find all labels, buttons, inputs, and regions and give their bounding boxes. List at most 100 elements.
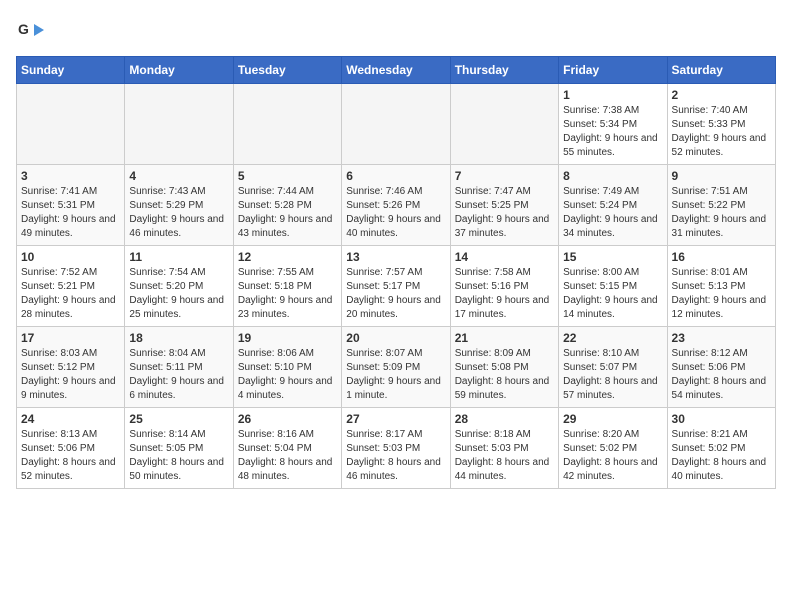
day-number: 23	[672, 331, 771, 345]
calendar-cell: 24 Sunrise: 8:13 AM Sunset: 5:06 PM Dayli…	[17, 408, 125, 489]
day-info: Sunrise: 8:09 AM Sunset: 5:08 PM Dayligh…	[455, 347, 554, 403]
calendar-cell	[342, 84, 450, 165]
day-info: Sunrise: 8:07 AM Sunset: 5:09 PM Dayligh…	[346, 347, 445, 403]
day-info: Sunrise: 7:46 AM Sunset: 5:26 PM Dayligh…	[346, 185, 445, 241]
day-of-week-saturday: Saturday	[667, 57, 775, 84]
calendar-cell: 13 Sunrise: 7:57 AM Sunset: 5:17 PM Dayli…	[342, 246, 450, 327]
calendar-cell	[233, 84, 341, 165]
calendar-cell: 12 Sunrise: 7:55 AM Sunset: 5:18 PM Dayli…	[233, 246, 341, 327]
day-info: Sunrise: 7:54 AM Sunset: 5:20 PM Dayligh…	[129, 266, 228, 322]
day-info: Sunrise: 7:38 AM Sunset: 5:34 PM Dayligh…	[563, 104, 662, 160]
day-info: Sunrise: 8:00 AM Sunset: 5:15 PM Dayligh…	[563, 266, 662, 322]
day-of-week-tuesday: Tuesday	[233, 57, 341, 84]
calendar-cell: 20 Sunrise: 8:07 AM Sunset: 5:09 PM Dayli…	[342, 327, 450, 408]
calendar-cell	[17, 84, 125, 165]
calendar-cell: 11 Sunrise: 7:54 AM Sunset: 5:20 PM Dayli…	[125, 246, 233, 327]
calendar-cell: 10 Sunrise: 7:52 AM Sunset: 5:21 PM Dayli…	[17, 246, 125, 327]
day-info: Sunrise: 8:17 AM Sunset: 5:03 PM Dayligh…	[346, 428, 445, 484]
day-number: 2	[672, 88, 771, 102]
day-info: Sunrise: 8:16 AM Sunset: 5:04 PM Dayligh…	[238, 428, 337, 484]
calendar-cell: 5 Sunrise: 7:44 AM Sunset: 5:28 PM Daylig…	[233, 165, 341, 246]
calendar-cell: 28 Sunrise: 8:18 AM Sunset: 5:03 PM Dayli…	[450, 408, 558, 489]
day-number: 19	[238, 331, 337, 345]
calendar-cell: 30Sunrise: 8:21 AM Sunset: 5:02 PM Dayli…	[667, 408, 775, 489]
day-number: 5	[238, 169, 337, 183]
day-info: Sunrise: 8:14 AM Sunset: 5:05 PM Dayligh…	[129, 428, 228, 484]
day-number: 21	[455, 331, 554, 345]
day-number: 18	[129, 331, 228, 345]
day-number: 1	[563, 88, 662, 102]
day-number: 24	[21, 412, 120, 426]
day-number: 11	[129, 250, 228, 264]
day-number: 30	[672, 412, 771, 426]
day-of-week-friday: Friday	[559, 57, 667, 84]
day-number: 12	[238, 250, 337, 264]
calendar-cell: 23 Sunrise: 8:12 AM Sunset: 5:06 PM Dayli…	[667, 327, 775, 408]
day-number: 15	[563, 250, 662, 264]
day-number: 13	[346, 250, 445, 264]
day-number: 27	[346, 412, 445, 426]
page-header: G	[16, 16, 776, 46]
logo-icon: G	[16, 16, 46, 46]
calendar-cell	[125, 84, 233, 165]
day-info: Sunrise: 7:44 AM Sunset: 5:28 PM Dayligh…	[238, 185, 337, 241]
day-of-week-monday: Monday	[125, 57, 233, 84]
calendar-cell: 15 Sunrise: 8:00 AM Sunset: 5:15 PM Dayli…	[559, 246, 667, 327]
calendar-cell: 9 Sunrise: 7:51 AM Sunset: 5:22 PM Daylig…	[667, 165, 775, 246]
calendar-cell: 8 Sunrise: 7:49 AM Sunset: 5:24 PM Daylig…	[559, 165, 667, 246]
day-number: 7	[455, 169, 554, 183]
day-info: Sunrise: 8:13 AM Sunset: 5:06 PM Dayligh…	[21, 428, 120, 484]
calendar-cell: 29Sunrise: 8:20 AM Sunset: 5:02 PM Dayli…	[559, 408, 667, 489]
week-row-5: 24 Sunrise: 8:13 AM Sunset: 5:06 PM Dayli…	[17, 408, 776, 489]
day-info: Sunrise: 8:18 AM Sunset: 5:03 PM Dayligh…	[455, 428, 554, 484]
calendar-cell: 14Sunrise: 7:58 AM Sunset: 5:16 PM Dayli…	[450, 246, 558, 327]
calendar-cell: 4 Sunrise: 7:43 AM Sunset: 5:29 PM Daylig…	[125, 165, 233, 246]
calendar-cell: 22 Sunrise: 8:10 AM Sunset: 5:07 PM Dayli…	[559, 327, 667, 408]
calendar-cell: 7 Sunrise: 7:47 AM Sunset: 5:25 PM Daylig…	[450, 165, 558, 246]
day-info: Sunrise: 8:01 AM Sunset: 5:13 PM Dayligh…	[672, 266, 771, 322]
calendar-cell: 26Sunrise: 8:16 AM Sunset: 5:04 PM Dayli…	[233, 408, 341, 489]
calendar-cell: 16 Sunrise: 8:01 AM Sunset: 5:13 PM Dayli…	[667, 246, 775, 327]
day-number: 16	[672, 250, 771, 264]
day-info: Sunrise: 7:49 AM Sunset: 5:24 PM Dayligh…	[563, 185, 662, 241]
day-number: 17	[21, 331, 120, 345]
day-of-week-wednesday: Wednesday	[342, 57, 450, 84]
day-info: Sunrise: 7:51 AM Sunset: 5:22 PM Dayligh…	[672, 185, 771, 241]
day-number: 20	[346, 331, 445, 345]
day-info: Sunrise: 7:52 AM Sunset: 5:21 PM Dayligh…	[21, 266, 120, 322]
day-number: 8	[563, 169, 662, 183]
week-row-2: 3Sunrise: 7:41 AM Sunset: 5:31 PM Daylig…	[17, 165, 776, 246]
day-info: Sunrise: 7:47 AM Sunset: 5:25 PM Dayligh…	[455, 185, 554, 241]
day-number: 25	[129, 412, 228, 426]
day-info: Sunrise: 7:41 AM Sunset: 5:31 PM Dayligh…	[21, 185, 120, 241]
calendar-cell: 18Sunrise: 8:04 AM Sunset: 5:11 PM Dayli…	[125, 327, 233, 408]
week-row-3: 10 Sunrise: 7:52 AM Sunset: 5:21 PM Dayli…	[17, 246, 776, 327]
day-info: Sunrise: 8:12 AM Sunset: 5:06 PM Dayligh…	[672, 347, 771, 403]
day-number: 10	[21, 250, 120, 264]
calendar-cell: 3Sunrise: 7:41 AM Sunset: 5:31 PM Daylig…	[17, 165, 125, 246]
svg-text:G: G	[18, 21, 29, 37]
day-number: 6	[346, 169, 445, 183]
calendar-cell: 17 Sunrise: 8:03 AM Sunset: 5:12 PM Dayli…	[17, 327, 125, 408]
day-info: Sunrise: 7:57 AM Sunset: 5:17 PM Dayligh…	[346, 266, 445, 322]
calendar: SundayMondayTuesdayWednesdayThursdayFrid…	[16, 56, 776, 489]
day-number: 4	[129, 169, 228, 183]
calendar-cell: 25 Sunrise: 8:14 AM Sunset: 5:05 PM Dayli…	[125, 408, 233, 489]
day-number: 22	[563, 331, 662, 345]
week-row-1: 1 Sunrise: 7:38 AM Sunset: 5:34 PM Daylig…	[17, 84, 776, 165]
day-number: 14	[455, 250, 554, 264]
day-info: Sunrise: 8:10 AM Sunset: 5:07 PM Dayligh…	[563, 347, 662, 403]
calendar-cell: 19 Sunrise: 8:06 AM Sunset: 5:10 PM Dayli…	[233, 327, 341, 408]
day-number: 28	[455, 412, 554, 426]
calendar-cell: 6 Sunrise: 7:46 AM Sunset: 5:26 PM Daylig…	[342, 165, 450, 246]
day-info: Sunrise: 8:03 AM Sunset: 5:12 PM Dayligh…	[21, 347, 120, 403]
day-info: Sunrise: 7:40 AM Sunset: 5:33 PM Dayligh…	[672, 104, 771, 160]
day-info: Sunrise: 8:20 AM Sunset: 5:02 PM Dayligh…	[563, 428, 662, 484]
day-number: 9	[672, 169, 771, 183]
calendar-cell: 27 Sunrise: 8:17 AM Sunset: 5:03 PM Dayli…	[342, 408, 450, 489]
day-info: Sunrise: 7:55 AM Sunset: 5:18 PM Dayligh…	[238, 266, 337, 322]
day-info: Sunrise: 7:43 AM Sunset: 5:29 PM Dayligh…	[129, 185, 228, 241]
calendar-cell: 2 Sunrise: 7:40 AM Sunset: 5:33 PM Daylig…	[667, 84, 775, 165]
day-info: Sunrise: 8:06 AM Sunset: 5:10 PM Dayligh…	[238, 347, 337, 403]
week-row-4: 17 Sunrise: 8:03 AM Sunset: 5:12 PM Dayli…	[17, 327, 776, 408]
